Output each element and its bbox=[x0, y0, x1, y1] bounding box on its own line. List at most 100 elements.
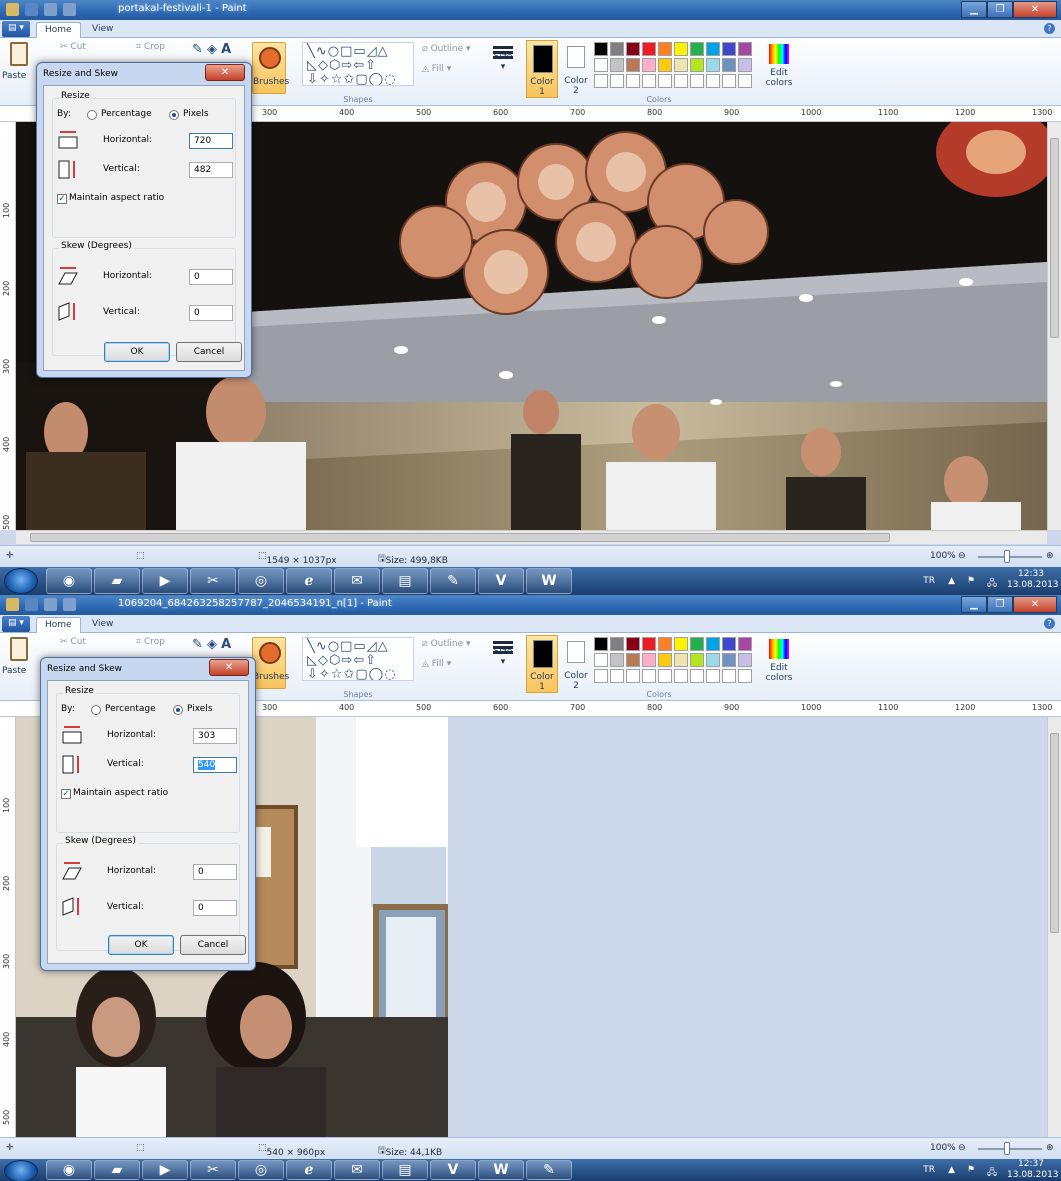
palette-empty-swatch[interactable] bbox=[722, 74, 736, 88]
palette-empty-swatch[interactable] bbox=[626, 74, 640, 88]
vertical-scrollbar[interactable] bbox=[1047, 717, 1061, 1137]
percentage-label[interactable]: Percentage bbox=[101, 109, 152, 119]
pixels-radio[interactable] bbox=[169, 110, 179, 120]
taskbar-media-player-icon[interactable]: ▶ bbox=[142, 1160, 188, 1180]
crop-button[interactable]: ⌗ Crop bbox=[136, 42, 165, 52]
shapes-gallery[interactable]: ╲∿○□▭◿△ ◺◇⬡⇨⇦⇧ ⇩✧☆✩▢◯◌ bbox=[302, 637, 414, 681]
palette-swatch[interactable] bbox=[690, 58, 704, 72]
show-hidden-icons-icon[interactable]: ▲ bbox=[948, 576, 955, 586]
palette-swatch[interactable] bbox=[706, 58, 720, 72]
cancel-button[interactable]: Cancel bbox=[180, 935, 246, 955]
palette-swatch[interactable] bbox=[674, 637, 688, 651]
paint-app-icon[interactable] bbox=[6, 598, 19, 611]
vertical-scrollbar[interactable] bbox=[1047, 122, 1061, 530]
clipboard-icon[interactable] bbox=[10, 637, 28, 661]
pixels-label[interactable]: Pixels bbox=[183, 109, 209, 119]
undo-icon[interactable] bbox=[44, 3, 57, 16]
show-hidden-icons-icon[interactable]: ▲ bbox=[948, 1165, 955, 1175]
taskbar-folder-icon[interactable]: ▰ bbox=[94, 568, 140, 594]
text-tool-icon[interactable]: A bbox=[221, 637, 231, 652]
redo-icon[interactable] bbox=[63, 3, 76, 16]
palette-swatch[interactable] bbox=[626, 58, 640, 72]
close-button[interactable]: ✕ bbox=[1013, 596, 1057, 613]
taskbar-firefox-icon[interactable]: ◉ bbox=[46, 568, 92, 594]
color1-button[interactable]: Color 1 bbox=[526, 635, 558, 693]
taskbar-chrome-icon[interactable]: ◎ bbox=[238, 568, 284, 594]
palette-swatch[interactable] bbox=[610, 637, 624, 651]
palette-swatch[interactable] bbox=[642, 637, 656, 651]
action-center-flag-icon[interactable]: ⚑ bbox=[967, 1165, 975, 1175]
horizontal-input[interactable]: 720 bbox=[189, 133, 233, 149]
palette-empty-swatch[interactable] bbox=[626, 669, 640, 683]
pencil-fill-text-tools[interactable]: ✎ ◈ A bbox=[192, 42, 231, 57]
pencil-fill-text-tools[interactable]: ✎ ◈ A bbox=[192, 637, 231, 652]
help-icon[interactable]: ? bbox=[1044, 618, 1055, 629]
palette-swatch[interactable] bbox=[626, 42, 640, 56]
zoom-slider-thumb[interactable] bbox=[1004, 1142, 1010, 1155]
zoom-slider[interactable] bbox=[978, 556, 1042, 558]
palette-swatch[interactable] bbox=[642, 42, 656, 56]
palette-swatch[interactable] bbox=[722, 42, 736, 56]
palette-swatch[interactable] bbox=[690, 42, 704, 56]
language-indicator[interactable]: TR bbox=[923, 576, 935, 586]
skew-vertical-input[interactable]: 0 bbox=[193, 900, 237, 916]
palette-swatch[interactable] bbox=[674, 653, 688, 667]
paste-button[interactable]: Paste bbox=[2, 666, 26, 676]
color2-button[interactable]: Color 2 bbox=[562, 635, 590, 693]
palette-empty-swatch[interactable] bbox=[610, 669, 624, 683]
percentage-radio[interactable] bbox=[91, 705, 101, 715]
taskbar-media-player-icon[interactable]: ▶ bbox=[142, 568, 188, 594]
zoom-slider-thumb[interactable] bbox=[1004, 550, 1010, 563]
zoom-in-icon[interactable]: ⊕ bbox=[1046, 551, 1054, 561]
palette-swatch[interactable] bbox=[658, 637, 672, 651]
skew-horizontal-input[interactable]: 0 bbox=[189, 269, 233, 285]
taskbar-firefox-icon[interactable]: ◉ bbox=[46, 1160, 92, 1180]
palette-empty-swatch[interactable] bbox=[674, 669, 688, 683]
cut-button[interactable]: ✂ Cut bbox=[60, 42, 86, 52]
outline-button[interactable]: ⧄ Outline ▾ bbox=[422, 639, 471, 649]
dialog-close-button[interactable]: ✕ bbox=[209, 659, 249, 676]
edit-colors-button[interactable]: Edit colors bbox=[764, 639, 794, 683]
skew-horizontal-input[interactable]: 0 bbox=[193, 864, 237, 880]
network-icon[interactable]: 🖧 bbox=[987, 1165, 997, 1181]
palette-swatch[interactable] bbox=[674, 58, 688, 72]
palette-empty-swatch[interactable] bbox=[674, 74, 688, 88]
clock[interactable]: 12:33 13.08.2013 bbox=[1007, 569, 1059, 591]
maintain-aspect-label[interactable]: Maintain aspect ratio bbox=[69, 193, 164, 203]
palette-swatch[interactable] bbox=[722, 653, 736, 667]
fill-button[interactable]: ◬ Fill ▾ bbox=[422, 659, 451, 669]
scroll-thumb[interactable] bbox=[1050, 733, 1059, 933]
outline-button[interactable]: ⧄ Outline ▾ bbox=[422, 44, 471, 54]
palette-swatch[interactable] bbox=[658, 42, 672, 56]
palette-swatch[interactable] bbox=[722, 58, 736, 72]
palette-swatch[interactable] bbox=[706, 42, 720, 56]
shapes-gallery[interactable]: ╲∿○□▭◿△ ◺◇⬡⇨⇦⇧ ⇩✧☆✩▢◯◌ bbox=[302, 42, 414, 86]
palette-swatch[interactable] bbox=[594, 637, 608, 651]
close-button[interactable]: ✕ bbox=[1013, 1, 1057, 18]
palette-swatch[interactable] bbox=[642, 58, 656, 72]
size-button[interactable]: Size ▾ bbox=[488, 42, 518, 98]
palette-swatch[interactable] bbox=[610, 42, 624, 56]
palette-swatch[interactable] bbox=[658, 58, 672, 72]
zoom-in-icon[interactable]: ⊕ bbox=[1046, 1143, 1054, 1153]
palette-empty-swatch[interactable] bbox=[594, 74, 608, 88]
vertical-input[interactable]: 482 bbox=[189, 162, 233, 178]
taskbar-outlook-icon[interactable]: ✉ bbox=[334, 568, 380, 594]
maintain-aspect-checkbox[interactable]: ✓ bbox=[57, 194, 67, 204]
palette-swatch[interactable] bbox=[594, 42, 608, 56]
palette-swatch[interactable] bbox=[610, 653, 624, 667]
zoom-out-icon[interactable]: ⊖ bbox=[958, 551, 966, 561]
paint-menu-button[interactable]: ▤ ▾ bbox=[2, 616, 30, 632]
palette-empty-swatch[interactable] bbox=[706, 74, 720, 88]
palette-empty-swatch[interactable] bbox=[722, 669, 736, 683]
start-button[interactable] bbox=[4, 568, 38, 594]
palette-empty-swatch[interactable] bbox=[706, 669, 720, 683]
taskbar-ie-icon[interactable]: ℯ bbox=[286, 1160, 332, 1180]
cut-button[interactable]: ✂ Cut bbox=[60, 637, 86, 647]
vertical-input[interactable]: 540 bbox=[193, 757, 237, 773]
brushes-button[interactable]: Brushes bbox=[252, 42, 289, 94]
text-tool-icon[interactable]: A bbox=[221, 42, 231, 57]
paint-app-icon[interactable] bbox=[6, 3, 19, 16]
palette-empty-swatch[interactable] bbox=[642, 74, 656, 88]
dialog-close-button[interactable]: ✕ bbox=[205, 64, 245, 81]
